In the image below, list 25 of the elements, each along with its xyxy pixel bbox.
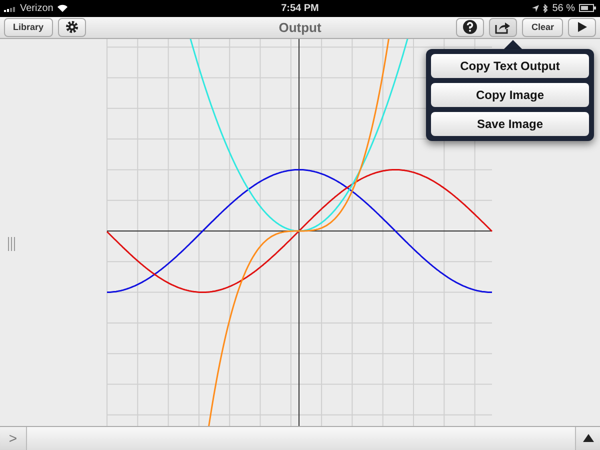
play-button[interactable] (568, 18, 596, 37)
drag-handle-icon[interactable] (8, 236, 15, 251)
menu-item[interactable]: Copy Image (431, 82, 589, 107)
signal-icon (4, 4, 16, 12)
share-icon (495, 20, 512, 34)
menu-item[interactable]: Copy Text Output (431, 54, 589, 78)
share-button[interactable] (489, 18, 518, 37)
library-button[interactable]: Library (4, 18, 53, 37)
clock-time: 7:54 PM (281, 2, 319, 14)
clear-button[interactable]: Clear (522, 18, 563, 37)
help-button[interactable] (456, 18, 484, 37)
settings-button[interactable] (58, 18, 86, 37)
battery-percent: 56 % (552, 2, 575, 14)
gear-icon (64, 20, 79, 34)
wifi-icon (57, 4, 68, 12)
command-input[interactable] (27, 426, 575, 450)
help-icon (463, 20, 478, 34)
triangle-up-icon (582, 434, 594, 442)
window-title: Output (278, 20, 322, 35)
location-icon (532, 4, 540, 12)
bluetooth-icon (543, 4, 548, 13)
carrier-name: Verizon (20, 2, 54, 14)
menu-item[interactable]: Save Image (431, 112, 589, 136)
play-icon (578, 22, 586, 32)
battery-icon (578, 4, 596, 12)
